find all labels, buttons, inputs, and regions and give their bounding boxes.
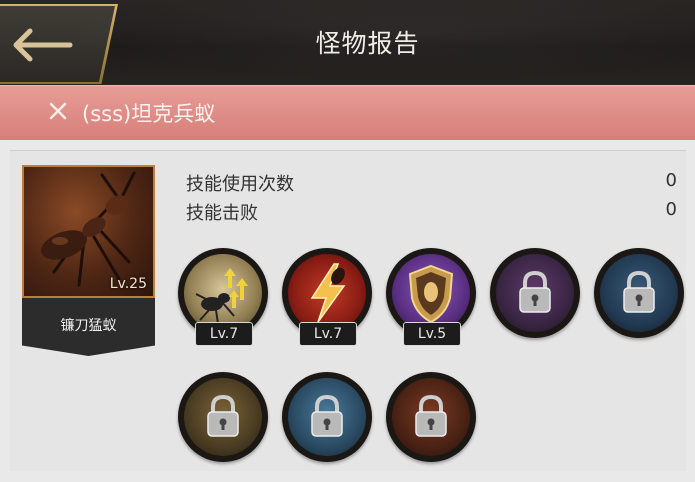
back-button-border (0, 4, 118, 84)
unit-level: Lv.25 (109, 276, 147, 292)
skill-slot-6-locked[interactable] (178, 372, 268, 462)
page-title: 怪物报告 (315, 29, 420, 58)
top-bar: 怪物报告 (0, 0, 695, 85)
skill-level-3: Lv.5 (403, 322, 461, 346)
skill-level-1: Lv.7 (195, 322, 253, 346)
skill-slot-7-locked[interactable] (282, 372, 372, 462)
lock-icon (207, 394, 239, 437)
close-icon[interactable] (48, 101, 68, 121)
skill-slot-2[interactable]: Lv.7 (282, 248, 372, 346)
skill-slot-5-locked[interactable] (594, 248, 684, 338)
ant-upgrade-icon (195, 268, 248, 325)
stat-label-skill-uses: 技能使用次数 (186, 174, 294, 195)
skill-slot-8-locked[interactable] (386, 372, 476, 462)
monster-name-bar: (sss)坦克兵蚁 (0, 85, 695, 140)
lock-icon (519, 270, 551, 313)
monster-title: (sss)坦克兵蚁 (82, 102, 216, 126)
skill-level-2: Lv.7 (299, 322, 357, 346)
unit-name: 镰刀猛蚁 (60, 318, 117, 334)
stat-label-skill-kills: 技能击败 (186, 203, 258, 224)
arrow-left-icon (13, 28, 73, 62)
stat-value-skill-uses: 0 (665, 170, 677, 191)
lock-icon (623, 270, 655, 313)
lock-icon (415, 394, 447, 437)
lock-icon (311, 394, 343, 437)
back-button[interactable] (0, 6, 115, 82)
lightning-strike-icon (310, 263, 346, 323)
skill-slot-4-locked[interactable] (490, 248, 580, 338)
unit-portrait[interactable]: Lv.25 (22, 165, 155, 298)
skill-slot-3[interactable]: Lv.5 (386, 248, 476, 346)
stat-value-skill-kills: 0 (665, 199, 677, 220)
skill-slot-1[interactable]: Lv.7 (178, 248, 268, 346)
unit-name-plate: 镰刀猛蚁 (22, 298, 155, 356)
shield-emblem-icon (408, 264, 454, 324)
